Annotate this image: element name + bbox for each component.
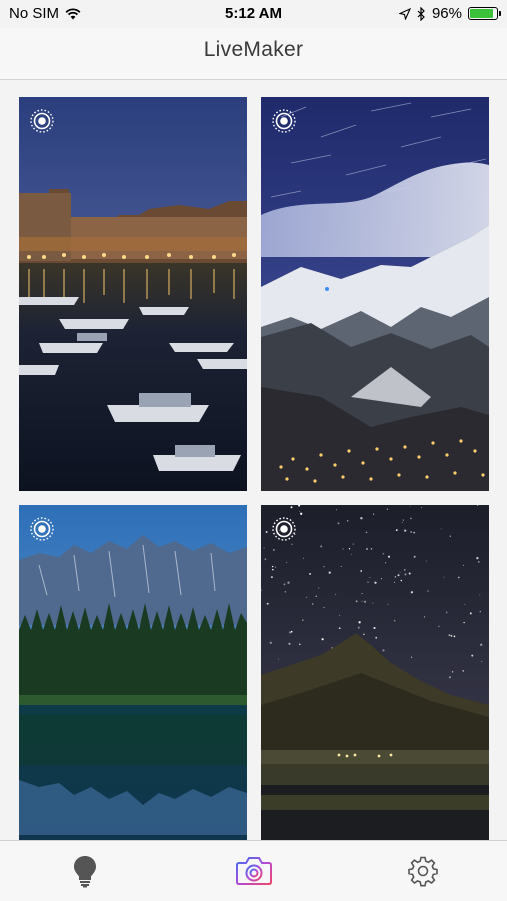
battery-percent: 96%: [431, 5, 462, 22]
photo-mountain-village: [261, 97, 489, 491]
live-photo-icon: [30, 517, 54, 541]
live-photo-icon: [30, 109, 54, 133]
live-photo-icon: [272, 517, 296, 541]
navigation-bar: LiveMaker: [0, 28, 507, 80]
photo-tile-starry-mountain[interactable]: [261, 505, 489, 840]
tab-settings[interactable]: [338, 841, 507, 901]
tab-camera[interactable]: [169, 841, 338, 901]
lightbulb-icon: [73, 856, 96, 888]
photo-tile-mountain-village[interactable]: [261, 97, 489, 491]
photo-tile-harbor-night[interactable]: [19, 97, 247, 491]
photo-harbor-night: [19, 97, 247, 491]
photo-tile-forest-lake[interactable]: [19, 505, 247, 840]
status-bar: No SIM 5:12 AM 96%: [0, 0, 507, 28]
photo-forest-lake: [19, 505, 247, 840]
battery-icon: [468, 7, 501, 20]
gear-icon: [407, 856, 438, 887]
camera-icon: [235, 857, 272, 885]
location-arrow-icon: [398, 7, 411, 20]
photo-grid[interactable]: [0, 80, 507, 840]
page-title: LiveMaker: [203, 38, 304, 61]
status-right: 96%: [398, 5, 501, 22]
tab-tips[interactable]: [0, 841, 169, 901]
bluetooth-icon: [417, 6, 425, 21]
live-photo-icon: [272, 109, 296, 133]
tab-bar: [0, 840, 507, 901]
photo-starry-mountain: [261, 505, 489, 840]
